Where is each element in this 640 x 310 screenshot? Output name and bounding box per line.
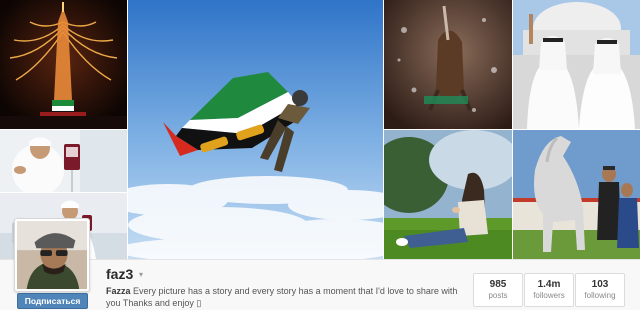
photo-girl-on-grass[interactable] xyxy=(384,130,512,259)
chevron-down-icon[interactable]: ▾ xyxy=(139,270,143,279)
followers-label: followers xyxy=(533,291,565,300)
bio: Fazza Every picture has a story and ever… xyxy=(106,285,466,309)
following-value: 103 xyxy=(591,279,609,290)
photo-jetman-flight[interactable] xyxy=(128,0,383,259)
bio-text: Every picture has a story and every stor… xyxy=(106,286,458,308)
username[interactable]: faz3 xyxy=(106,266,133,282)
photo-burj-al-arab[interactable] xyxy=(0,0,127,129)
photo-sheikhs-mosque[interactable] xyxy=(513,0,640,129)
bio-name: Fazza xyxy=(106,286,131,296)
followers-count[interactable]: 1.4m followers xyxy=(524,273,574,307)
following-label: following xyxy=(584,291,616,300)
follow-button[interactable]: Подписаться xyxy=(17,293,88,309)
following-count[interactable]: 103 following xyxy=(575,273,625,307)
avatar[interactable] xyxy=(14,218,90,292)
photo-arabian-horse[interactable] xyxy=(513,130,640,259)
followers-value: 1.4m xyxy=(537,279,561,290)
posts-label: posts xyxy=(488,291,508,300)
posts-value: 985 xyxy=(489,279,507,290)
posts-count[interactable]: 985 posts xyxy=(473,273,523,307)
photo-falcon-underwater[interactable] xyxy=(384,0,512,129)
photo-hospital-selfie-1[interactable] xyxy=(0,130,127,192)
